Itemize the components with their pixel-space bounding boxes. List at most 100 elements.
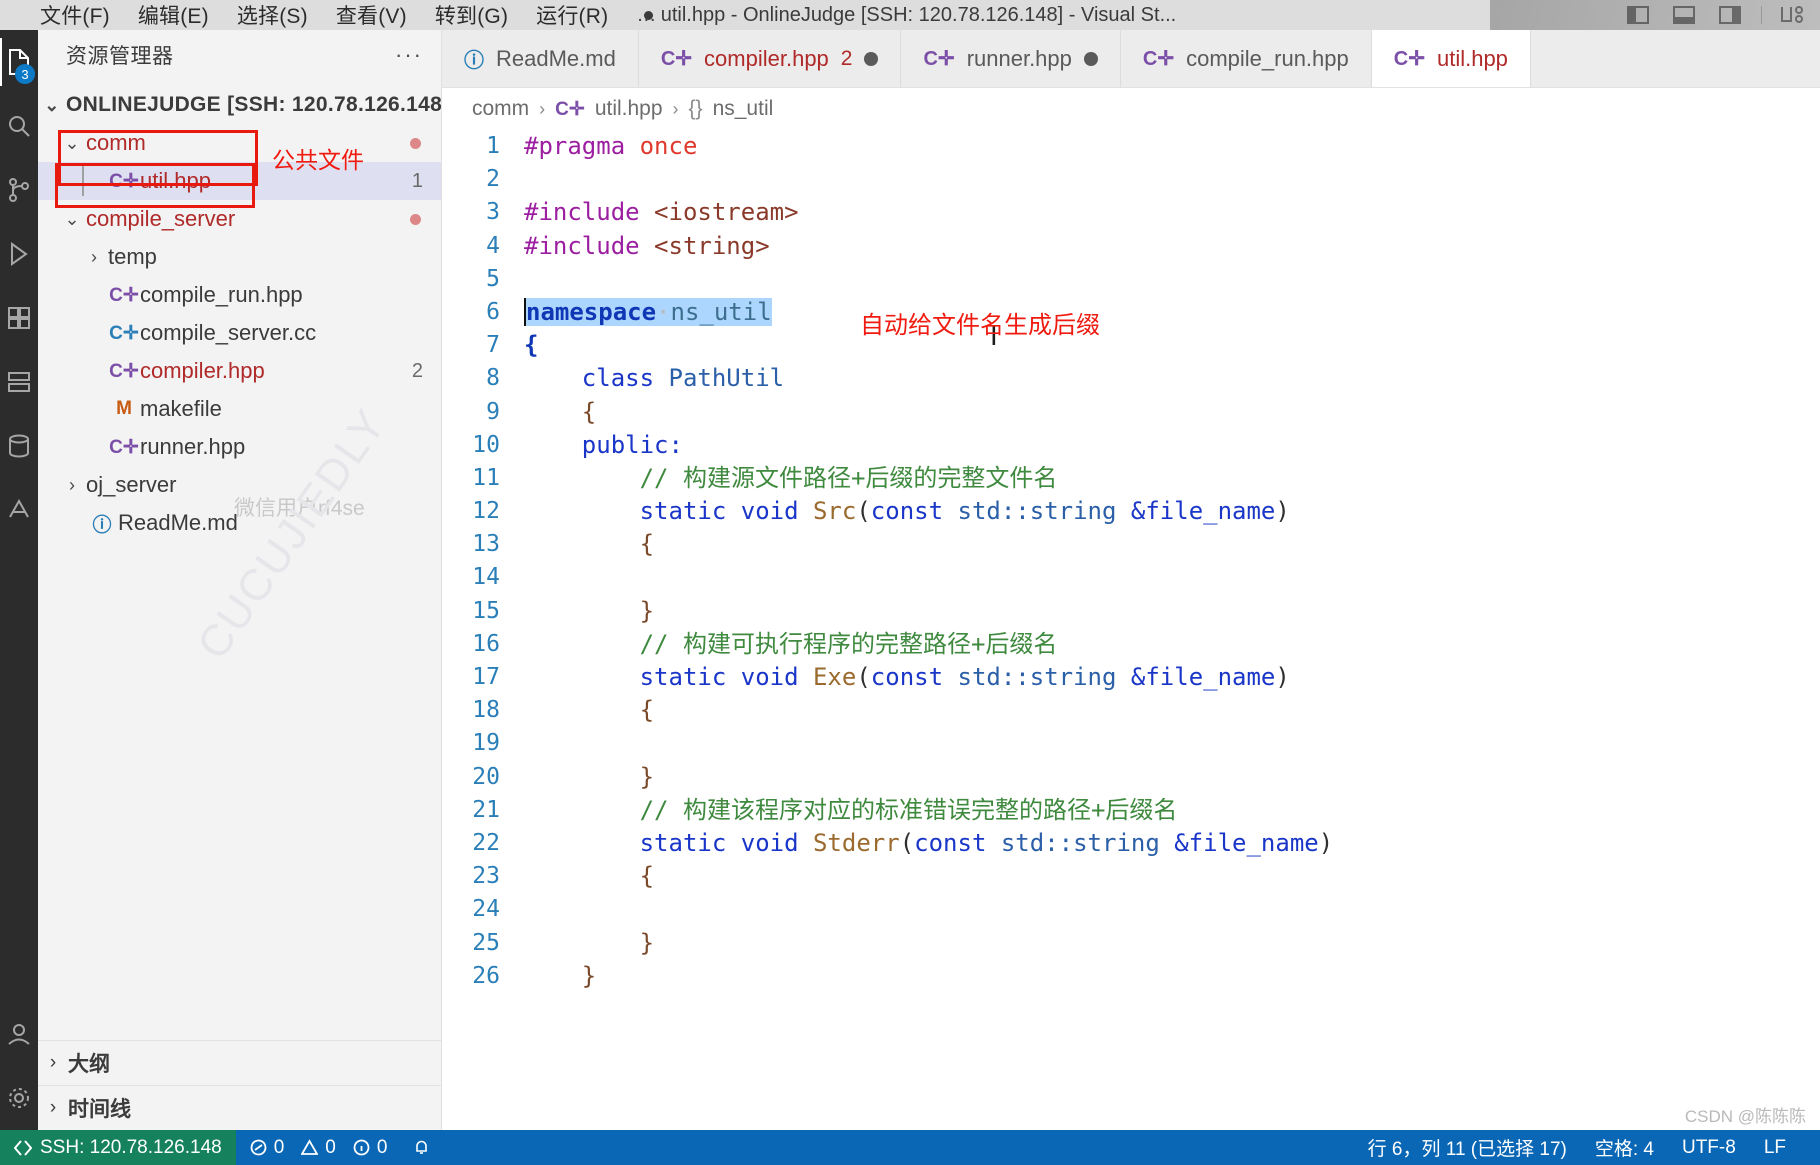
activity-bar[interactable]: 3 — [0, 30, 38, 1130]
tree-item-util-hpp[interactable]: C✛ util.hpp 1 — [38, 162, 441, 200]
code-line[interactable]: 9 { — [442, 396, 1820, 429]
chevron-right-icon[interactable]: › — [58, 475, 86, 496]
code-editor[interactable]: 1 #pragma once 2 3 #include <iostream> 4 #incl… — [442, 130, 1820, 1130]
code-line-text[interactable]: #include <string> — [524, 230, 1820, 263]
chevron-down-icon[interactable]: ⌄ — [58, 209, 86, 230]
tab-dirty-icon[interactable] — [864, 51, 879, 66]
tab-readme-md[interactable]: ⓘ ReadMe.md — [442, 30, 639, 87]
chevron-down-icon[interactable]: ⌄ — [38, 95, 66, 116]
sidebar-more-actions-icon[interactable]: ··· — [395, 42, 423, 68]
database-icon[interactable] — [0, 414, 38, 478]
status-indentation[interactable]: 空格: 4 — [1595, 1134, 1654, 1161]
code-line[interactable]: 2 — [442, 163, 1820, 196]
code-line[interactable]: 14 — [442, 561, 1820, 594]
code-line[interactable]: 25 } — [442, 927, 1820, 960]
tab-util-hpp[interactable]: C✛ util.hpp — [1371, 30, 1531, 87]
chevron-right-icon[interactable]: › — [80, 247, 108, 268]
menu-edit[interactable]: 编辑(E) — [124, 0, 223, 30]
code-line-text[interactable]: { — [524, 860, 1820, 893]
status-main[interactable]: 0 0 0 行 6，列 11 (已选择 17) 空格: 4 UTF-8 LF — [235, 1130, 1820, 1165]
code-line-text[interactable]: class PathUtil — [524, 362, 1820, 395]
status-right-group[interactable]: 行 6，列 11 (已选择 17) 空格: 4 UTF-8 LF — [1368, 1134, 1806, 1161]
testing-icon[interactable] — [0, 478, 38, 542]
tree-root-onlinejudge[interactable]: ⌄ ONLINEJUDGE [SSH: 120.78.126.148] — [38, 86, 441, 124]
code-line[interactable]: 3 #include <iostream> — [442, 196, 1820, 229]
status-problems[interactable]: 0 0 0 — [250, 1137, 387, 1159]
code-line-text[interactable]: } — [524, 927, 1820, 960]
customize-layout-icon[interactable] — [1770, 0, 1816, 30]
code-line[interactable]: 20 } — [442, 761, 1820, 794]
code-line-text[interactable]: // 构建源文件路径+后缀的完整文件名 — [524, 462, 1820, 495]
breadcrumb-symbol[interactable]: ns_util — [713, 97, 774, 121]
code-line[interactable]: 1 #pragma once — [442, 130, 1820, 163]
sidebar-panel-outline[interactable]: › 大纲 — [38, 1040, 441, 1085]
menu-file[interactable]: 文件(F) — [26, 0, 124, 30]
remote-explorer-icon[interactable] — [0, 350, 38, 414]
menu-goto[interactable]: 转到(G) — [421, 0, 522, 30]
code-line[interactable]: 12 static void Src(const std::string &fi… — [442, 495, 1820, 528]
menu-select[interactable]: 选择(S) — [223, 0, 322, 30]
code-line[interactable]: 19 — [442, 727, 1820, 760]
code-line-text[interactable]: } — [524, 960, 1820, 993]
code-line[interactable]: 17 static void Exe(const std::string &fi… — [442, 661, 1820, 694]
search-icon[interactable] — [0, 94, 38, 158]
tree-item-temp[interactable]: › temp — [38, 238, 441, 276]
tree-item-compiler-hpp[interactable]: C✛ compiler.hpp 2 — [38, 352, 441, 390]
panel-bottom-icon[interactable] — [1661, 0, 1707, 30]
code-line-text[interactable]: } — [524, 595, 1820, 628]
code-line[interactable]: 5 — [442, 263, 1820, 296]
sidebar-panel-timeline[interactable]: › 时间线 — [38, 1085, 441, 1130]
explorer-icon[interactable]: 3 — [0, 30, 38, 94]
extensions-icon[interactable] — [0, 286, 38, 350]
tree-item-runner-hpp[interactable]: C✛ runner.hpp — [38, 428, 441, 466]
code-line-text[interactable]: static void Exe(const std::string &file_… — [524, 661, 1820, 694]
status-eol[interactable]: LF — [1764, 1137, 1786, 1159]
code-line[interactable]: 24 — [442, 893, 1820, 926]
code-line[interactable]: 21 // 构建该程序对应的标准错误完整的路径+后缀名 — [442, 794, 1820, 827]
code-line[interactable]: 26 } — [442, 960, 1820, 993]
code-line[interactable]: 8 class PathUtil — [442, 362, 1820, 395]
editor-tab-bar[interactable]: ⓘ ReadMe.md C✛ compiler.hpp 2 C✛ runner.… — [442, 30, 1820, 88]
code-line-text[interactable]: public: — [524, 429, 1820, 462]
tree-item-comm[interactable]: ⌄ comm — [38, 124, 441, 162]
tab-dirty-icon[interactable] — [1083, 51, 1098, 66]
code-line[interactable]: 11 // 构建源文件路径+后缀的完整文件名 — [442, 462, 1820, 495]
chevron-right-icon[interactable]: › — [38, 1097, 68, 1119]
code-line[interactable]: 10 public: — [442, 429, 1820, 462]
status-bell-icon[interactable] — [413, 1139, 430, 1156]
menu-run[interactable]: 运行(R) — [522, 0, 622, 30]
code-line[interactable]: 18 { — [442, 694, 1820, 727]
menu-view[interactable]: 查看(V) — [322, 0, 421, 30]
breadcrumb-folder[interactable]: comm — [472, 97, 529, 121]
account-icon[interactable] — [0, 1002, 38, 1066]
panel-left-icon[interactable] — [1615, 0, 1661, 30]
code-line[interactable]: 22 static void Stderr(const std::string … — [442, 827, 1820, 860]
code-line-text[interactable]: } — [524, 761, 1820, 794]
code-line-text[interactable]: static void Stderr(const std::string &fi… — [524, 827, 1820, 860]
code-line-text[interactable]: namespace·ns_util — [524, 296, 1820, 329]
code-line-text[interactable]: #pragma once — [524, 130, 1820, 163]
status-cursor-position[interactable]: 行 6，列 11 (已选择 17) — [1368, 1134, 1567, 1161]
tree-item-makefile[interactable]: M makefile — [38, 390, 441, 428]
code-line[interactable]: 23 { — [442, 860, 1820, 893]
status-remote-host[interactable]: SSH: 120.78.126.148 — [0, 1130, 236, 1165]
run-debug-icon[interactable] — [0, 222, 38, 286]
source-control-icon[interactable] — [0, 158, 38, 222]
code-line-text[interactable]: { — [524, 396, 1820, 429]
tree-item-compile-server-cc[interactable]: C✛ compile_server.cc — [38, 314, 441, 352]
breadcrumb[interactable]: comm › C✛ util.hpp › {} ns_util — [442, 88, 1820, 130]
code-line[interactable]: 6 namespace·ns_util — [442, 296, 1820, 329]
tab-compile-run-hpp[interactable]: C✛ compile_run.hpp — [1120, 30, 1372, 87]
tab-runner-hpp[interactable]: C✛ runner.hpp — [901, 30, 1121, 87]
status-encoding[interactable]: UTF-8 — [1682, 1137, 1736, 1159]
code-line[interactable]: 7{ — [442, 329, 1820, 362]
code-line-text[interactable]: { — [524, 329, 1820, 362]
tab-compiler-hpp[interactable]: C✛ compiler.hpp 2 — [638, 30, 902, 87]
titlebar-actions[interactable] — [1615, 0, 1820, 30]
breadcrumb-file[interactable]: util.hpp — [595, 97, 663, 121]
code-line[interactable]: 15 } — [442, 595, 1820, 628]
tree-item-oj-server[interactable]: › oj_server — [38, 466, 441, 504]
code-line[interactable]: 16 // 构建可执行程序的完整路径+后缀名 — [442, 628, 1820, 661]
code-line-text[interactable]: // 构建该程序对应的标准错误完整的路径+后缀名 — [524, 794, 1820, 827]
panel-right-icon[interactable] — [1707, 0, 1753, 30]
